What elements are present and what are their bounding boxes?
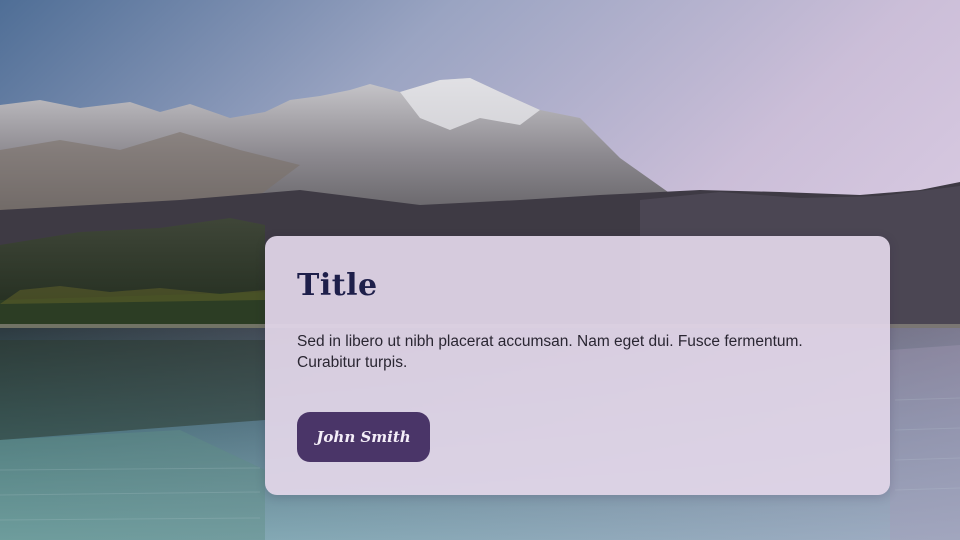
author-button[interactable]: John Smith (297, 412, 430, 462)
card-title: Title (297, 268, 378, 303)
content-card: Title Sed in libero ut nibh placerat acc… (265, 236, 890, 495)
card-body-text: Sed in libero ut nibh placerat accumsan.… (297, 333, 803, 371)
